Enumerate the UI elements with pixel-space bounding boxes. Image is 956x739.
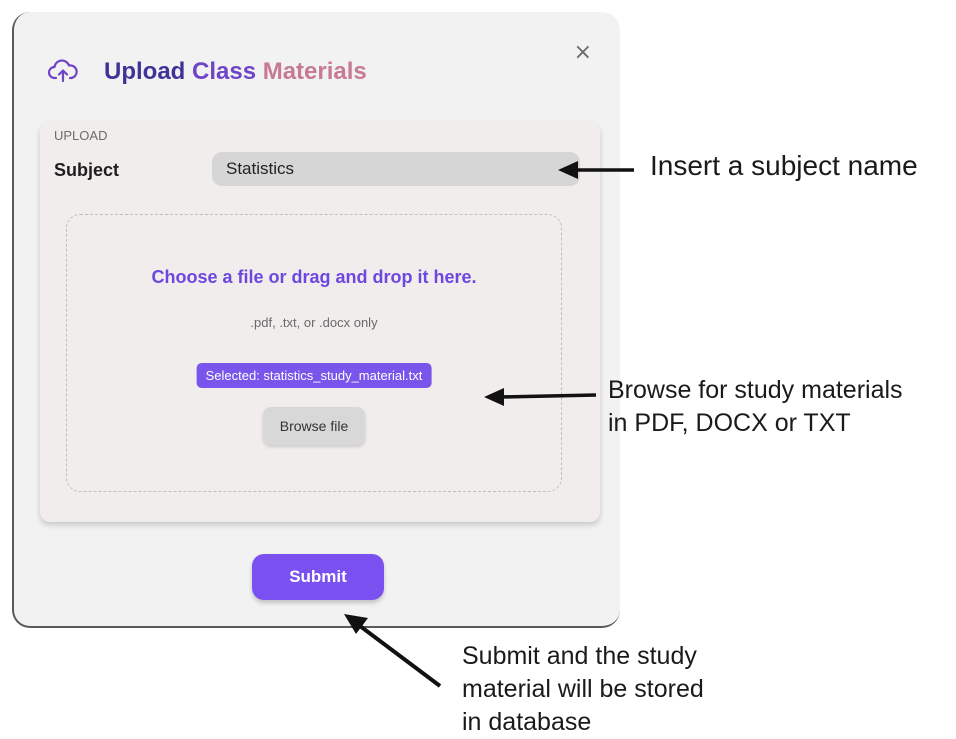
subject-input[interactable] xyxy=(212,152,580,186)
modal-title: Upload Class Materials xyxy=(104,58,367,86)
title-word-materials: Materials xyxy=(262,58,367,85)
annotation-submit-line1: Submit and the study xyxy=(462,642,697,670)
screenshot-stage: × Upload Class Materials UPLOAD Subject … xyxy=(0,0,956,739)
dropzone-title: Choose a file or drag and drop it here. xyxy=(151,267,477,287)
annotation-submit: Submit and the study material will be st… xyxy=(462,640,704,739)
modal-header: Upload Class Materials xyxy=(48,58,367,86)
arrow-to-submit xyxy=(358,624,442,688)
subject-label: Subject xyxy=(54,160,120,180)
annotation-submit-line3: in database xyxy=(462,708,592,736)
annotation-browse-line1: Browse for study materials xyxy=(608,376,903,404)
upload-section-label: UPLOAD xyxy=(54,128,108,143)
annotation-subject: Insert a subject name xyxy=(650,150,918,181)
close-icon[interactable]: × xyxy=(574,42,592,64)
title-word-upload: Upload xyxy=(104,58,186,85)
file-dropzone[interactable]: Choose a file or drag and drop it here. … xyxy=(66,214,562,492)
upload-modal: × Upload Class Materials UPLOAD Subject … xyxy=(12,12,620,628)
annotation-submit-line2: material will be stored xyxy=(462,675,704,703)
title-word-class: Class xyxy=(192,58,257,85)
submit-button[interactable]: Submit xyxy=(252,554,384,600)
browse-file-button[interactable]: Browse file xyxy=(263,407,365,445)
cloud-upload-icon xyxy=(48,59,78,83)
annotation-browse-line2: in PDF, DOCX or TXT xyxy=(608,409,851,437)
annotation-browse: Browse for study materials in PDF, DOCX … xyxy=(608,374,903,440)
dropzone-hint: .pdf, .txt, or .docx only xyxy=(250,315,378,330)
upload-card: UPLOAD Subject Choose a file or drag and… xyxy=(40,122,600,522)
selected-file-badge: Selected: statistics_study_material.txt xyxy=(196,363,432,388)
